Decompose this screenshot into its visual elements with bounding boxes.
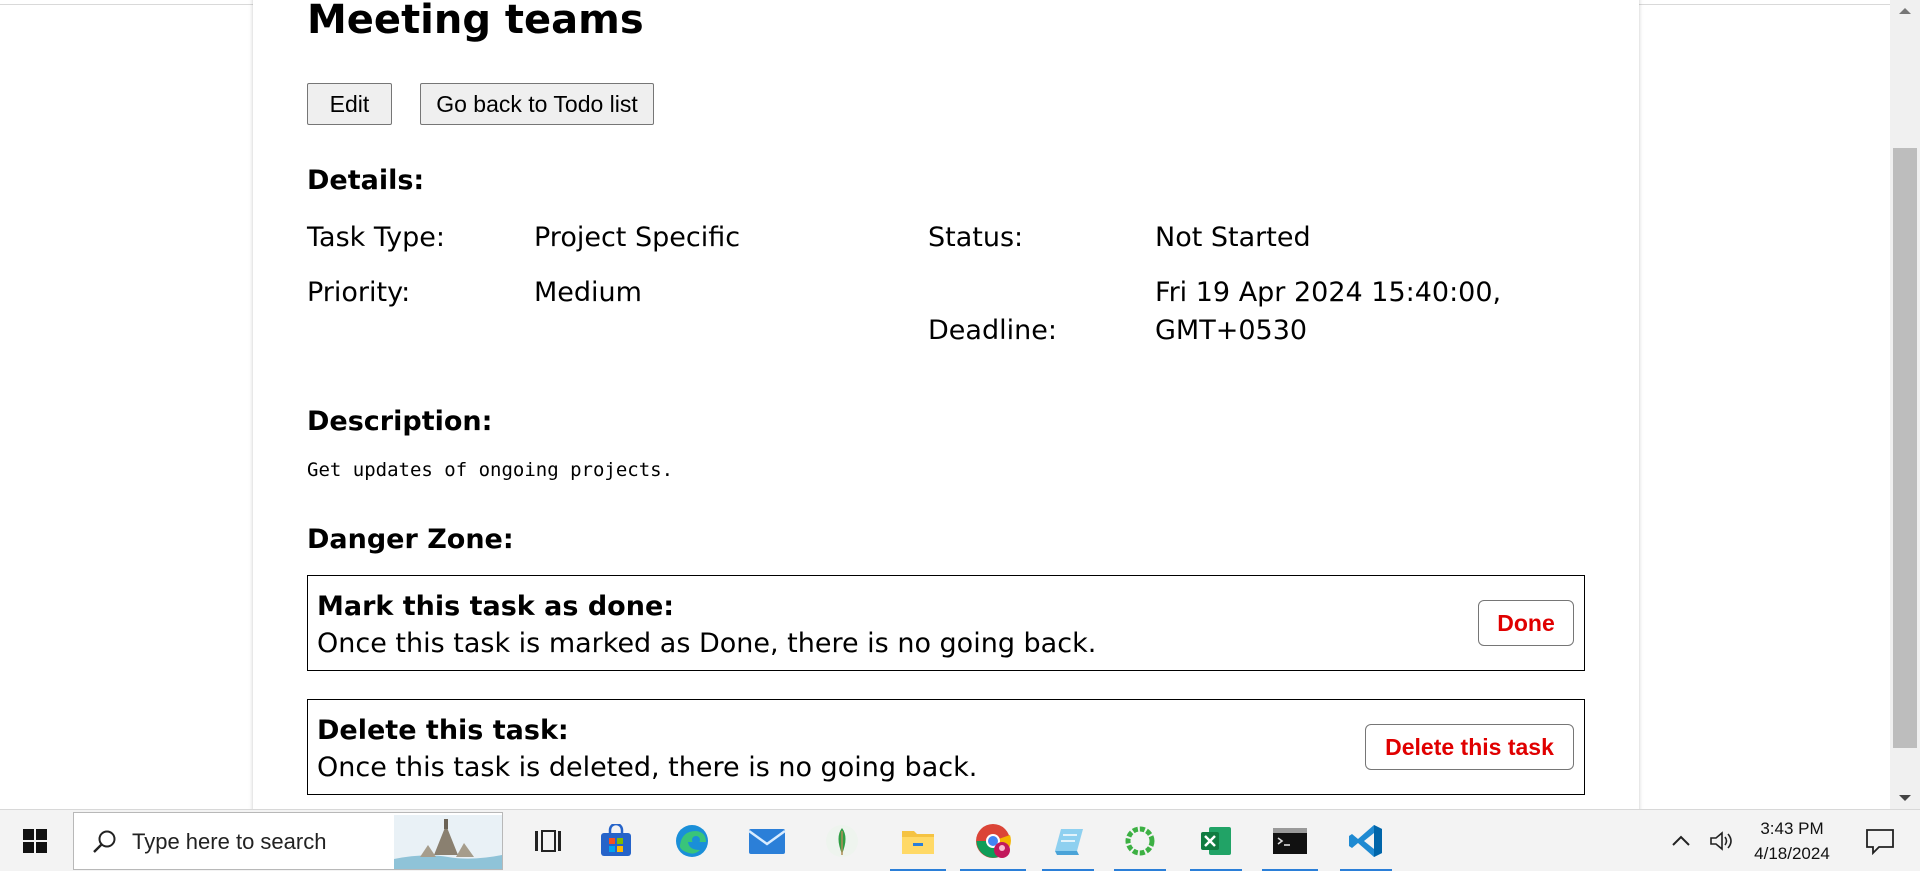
browser-viewport: Meeting teams Edit Go back to Todo list … bbox=[0, 0, 1920, 809]
deadline-value-line1: Fri 19 Apr 2024 15:40:00, bbox=[1155, 277, 1502, 308]
delete-task-button[interactable]: Delete this task bbox=[1365, 724, 1574, 770]
back-to-todo-list-button[interactable]: Go back to Todo list bbox=[420, 83, 654, 125]
taskbar-search-box[interactable]: Type here to search bbox=[73, 812, 503, 870]
refresh-app-icon[interactable] bbox=[1112, 810, 1168, 871]
search-placeholder: Type here to search bbox=[132, 829, 327, 854]
delete-task-panel: Delete this task: Once this task is dele… bbox=[307, 699, 1585, 795]
page-title: Meeting teams bbox=[307, 0, 644, 43]
notepad-icon[interactable] bbox=[1040, 810, 1096, 871]
priority-value: Medium bbox=[534, 277, 642, 308]
notifications-icon[interactable] bbox=[1850, 810, 1910, 871]
delete-task-title: Delete this task: bbox=[317, 715, 569, 746]
scroll-up-icon[interactable] bbox=[1890, 0, 1920, 22]
mark-done-title: Mark this task as done: bbox=[317, 591, 675, 622]
edge-icon[interactable] bbox=[664, 810, 720, 871]
terminal-icon[interactable] bbox=[1260, 810, 1320, 871]
done-button[interactable]: Done bbox=[1478, 600, 1574, 646]
status-value: Not Started bbox=[1155, 222, 1311, 253]
vscode-icon[interactable] bbox=[1338, 810, 1394, 871]
windows-taskbar: Type here to search 3:43 PM 4/18/2024 bbox=[0, 809, 1920, 871]
mongodb-icon[interactable] bbox=[814, 810, 870, 871]
clock-time: 3:43 PM bbox=[1760, 819, 1824, 838]
danger-zone-heading: Danger Zone: bbox=[307, 524, 514, 555]
details-heading: Details: bbox=[307, 165, 425, 196]
clock[interactable]: 3:43 PM 4/18/2024 bbox=[1742, 810, 1842, 871]
description-heading: Description: bbox=[307, 406, 493, 437]
clock-date: 4/18/2024 bbox=[1754, 844, 1830, 863]
start-windows-icon[interactable] bbox=[0, 810, 70, 871]
search-icon bbox=[93, 830, 116, 853]
mark-done-panel: Mark this task as done: Once this task i… bbox=[307, 575, 1585, 671]
volume-icon[interactable] bbox=[1704, 810, 1738, 871]
mark-done-text: Once this task is marked as Done, there … bbox=[317, 628, 1097, 659]
deadline-label: Deadline: bbox=[928, 315, 1057, 346]
scrollbar-thumb[interactable] bbox=[1893, 148, 1917, 748]
scroll-down-icon[interactable] bbox=[1890, 787, 1920, 809]
chrome-icon[interactable] bbox=[958, 810, 1028, 871]
task-type-label: Task Type: bbox=[307, 222, 445, 253]
delete-task-text: Once this task is deleted, there is no g… bbox=[317, 752, 978, 783]
task-type-value: Project Specific bbox=[534, 222, 741, 253]
mail-icon[interactable] bbox=[739, 810, 795, 871]
excel-icon[interactable] bbox=[1188, 810, 1244, 871]
status-label: Status: bbox=[928, 222, 1024, 253]
store-icon[interactable] bbox=[588, 810, 644, 871]
description-text: Get updates of ongoing projects. bbox=[307, 459, 674, 481]
priority-label: Priority: bbox=[307, 277, 411, 308]
file-explorer-icon[interactable] bbox=[888, 810, 948, 871]
search-highlight-landscape-icon bbox=[394, 815, 502, 869]
show-hidden-icons-chevron-icon[interactable] bbox=[1666, 810, 1696, 871]
deadline-value-line2: GMT+0530 bbox=[1155, 315, 1308, 346]
task-view-icon[interactable] bbox=[520, 810, 576, 871]
vertical-scrollbar[interactable] bbox=[1890, 0, 1920, 809]
edit-button[interactable]: Edit bbox=[307, 83, 392, 125]
